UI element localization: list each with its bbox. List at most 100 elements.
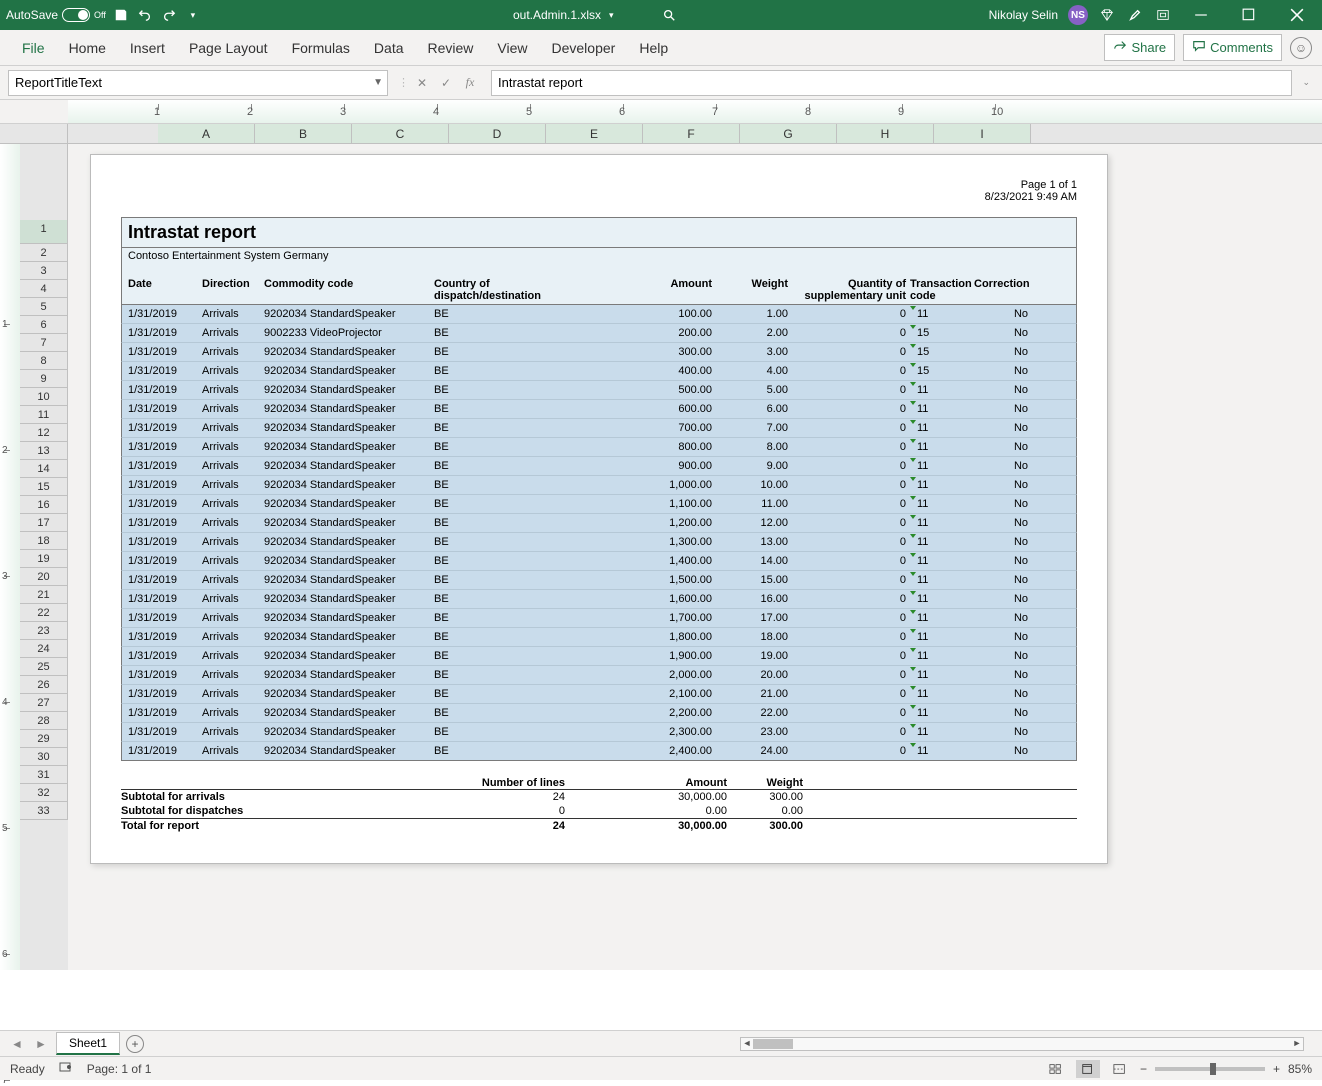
view-normal-icon[interactable] — [1044, 1060, 1068, 1078]
comments-button[interactable]: Comments — [1183, 34, 1282, 61]
row-header[interactable]: 9 — [20, 370, 68, 388]
save-icon[interactable] — [112, 6, 130, 24]
table-row[interactable]: 1/31/2019Arrivals9202034 StandardSpeaker… — [121, 609, 1077, 628]
tab-help[interactable]: Help — [627, 30, 680, 66]
row-header[interactable]: 3 — [20, 262, 68, 280]
formula-expand-icon[interactable]: ⌄ — [1298, 77, 1314, 88]
table-row[interactable]: 1/31/2019Arrivals9202034 StandardSpeaker… — [121, 514, 1077, 533]
table-row[interactable]: 1/31/2019Arrivals9202034 StandardSpeaker… — [121, 476, 1077, 495]
title-dropdown-icon[interactable]: ▾ — [609, 10, 614, 21]
row-header[interactable]: 27 — [20, 694, 68, 712]
tab-file[interactable]: File — [10, 30, 57, 66]
zoom-out-button[interactable]: − — [1140, 1062, 1147, 1076]
tab-home[interactable]: Home — [57, 30, 118, 66]
table-row[interactable]: 1/31/2019Arrivals9202034 StandardSpeaker… — [121, 438, 1077, 457]
row-header[interactable]: 13 — [20, 442, 68, 460]
table-row[interactable]: 1/31/2019Arrivals9202034 StandardSpeaker… — [121, 457, 1077, 476]
row-header[interactable]: 17 — [20, 514, 68, 532]
scroll-right-icon[interactable]: ► — [1291, 1038, 1303, 1050]
view-page-break-icon[interactable] — [1108, 1060, 1132, 1078]
view-page-layout-icon[interactable] — [1076, 1060, 1100, 1078]
column-header[interactable]: A — [158, 124, 255, 143]
horizontal-scrollbar[interactable]: ◄ ► — [740, 1037, 1304, 1051]
formula-input[interactable]: Intrastat report — [491, 70, 1292, 96]
row-header[interactable]: 25 — [20, 658, 68, 676]
row-header[interactable]: 11 — [20, 406, 68, 424]
fx-icon[interactable]: fx — [459, 72, 481, 94]
row-header[interactable]: 30 — [20, 748, 68, 766]
tab-insert[interactable]: Insert — [118, 30, 177, 66]
scroll-thumb[interactable] — [753, 1039, 793, 1049]
tab-page-layout[interactable]: Page Layout — [177, 30, 280, 66]
scroll-left-icon[interactable]: ◄ — [741, 1038, 753, 1050]
row-header[interactable]: 22 — [20, 604, 68, 622]
feedback-smiley-icon[interactable]: ☺ — [1290, 37, 1312, 59]
table-row[interactable]: 1/31/2019Arrivals9202034 StandardSpeaker… — [121, 533, 1077, 552]
row-header[interactable]: 2 — [20, 244, 68, 262]
tab-review[interactable]: Review — [416, 30, 486, 66]
column-header[interactable]: B — [255, 124, 352, 143]
table-row[interactable]: 1/31/2019Arrivals9202034 StandardSpeaker… — [121, 571, 1077, 590]
table-row[interactable]: 1/31/2019Arrivals9202034 StandardSpeaker… — [121, 495, 1077, 514]
table-row[interactable]: 1/31/2019Arrivals9202034 StandardSpeaker… — [121, 343, 1077, 362]
table-row[interactable]: 1/31/2019Arrivals9202034 StandardSpeaker… — [121, 742, 1077, 761]
tab-developer[interactable]: Developer — [540, 30, 628, 66]
table-row[interactable]: 1/31/2019Arrivals9202034 StandardSpeaker… — [121, 666, 1077, 685]
row-header[interactable]: 4 — [20, 280, 68, 298]
accept-formula-icon[interactable]: ✓ — [435, 72, 457, 94]
row-header[interactable]: 15 — [20, 478, 68, 496]
maximize-button[interactable] — [1230, 0, 1268, 30]
user-avatar[interactable]: NS — [1068, 5, 1088, 25]
next-sheet-icon[interactable]: ► — [32, 1037, 50, 1051]
add-sheet-button[interactable]: + — [126, 1035, 144, 1053]
diamond-icon[interactable] — [1098, 6, 1116, 24]
close-button[interactable] — [1278, 0, 1316, 30]
column-header[interactable]: D — [449, 124, 546, 143]
row-header[interactable]: 7 — [20, 334, 68, 352]
table-row[interactable]: 1/31/2019Arrivals9202034 StandardSpeaker… — [121, 704, 1077, 723]
table-row[interactable]: 1/31/2019Arrivals9202034 StandardSpeaker… — [121, 723, 1077, 742]
row-header[interactable]: 32 — [20, 784, 68, 802]
table-row[interactable]: 1/31/2019Arrivals9202034 StandardSpeaker… — [121, 590, 1077, 609]
tab-view[interactable]: View — [485, 30, 539, 66]
share-button[interactable]: Share — [1104, 34, 1175, 61]
row-header[interactable]: 8 — [20, 352, 68, 370]
table-row[interactable]: 1/31/2019Arrivals9202034 StandardSpeaker… — [121, 552, 1077, 571]
row-header[interactable]: 23 — [20, 622, 68, 640]
undo-icon[interactable] — [136, 6, 154, 24]
row-header[interactable]: 5 — [20, 298, 68, 316]
row-header[interactable]: 16 — [20, 496, 68, 514]
cancel-formula-icon[interactable]: ✕ — [411, 72, 433, 94]
tab-formulas[interactable]: Formulas — [280, 30, 362, 66]
row-header[interactable]: 19 — [20, 550, 68, 568]
table-row[interactable]: 1/31/2019Arrivals9002233 VideoProjectorB… — [121, 324, 1077, 343]
select-all-corner[interactable] — [0, 124, 68, 143]
table-row[interactable]: 1/31/2019Arrivals9202034 StandardSpeaker… — [121, 362, 1077, 381]
row-header[interactable]: 24 — [20, 640, 68, 658]
table-row[interactable]: 1/31/2019Arrivals9202034 StandardSpeaker… — [121, 628, 1077, 647]
column-header[interactable]: E — [546, 124, 643, 143]
zoom-in-button[interactable]: + — [1273, 1062, 1280, 1076]
name-box[interactable]: ReportTitleText ▼ — [8, 70, 388, 96]
table-row[interactable]: 1/31/2019Arrivals9202034 StandardSpeaker… — [121, 419, 1077, 438]
column-header[interactable]: I — [934, 124, 1031, 143]
row-header[interactable]: 20 — [20, 568, 68, 586]
row-header[interactable]: 12 — [20, 424, 68, 442]
row-header[interactable]: 1 — [20, 220, 68, 244]
macro-record-icon[interactable] — [59, 1060, 73, 1077]
table-row[interactable]: 1/31/2019Arrivals9202034 StandardSpeaker… — [121, 400, 1077, 419]
report-subtitle[interactable]: Contoso Entertainment System Germany — [121, 248, 1077, 264]
autosave-toggle[interactable]: AutoSave Off — [6, 8, 106, 22]
qat-dropdown-icon[interactable]: ▾ — [184, 6, 202, 24]
column-header[interactable]: F — [643, 124, 740, 143]
row-header[interactable]: 29 — [20, 730, 68, 748]
search-icon[interactable] — [660, 6, 678, 24]
row-header[interactable]: 14 — [20, 460, 68, 478]
column-header[interactable]: H — [837, 124, 934, 143]
row-header[interactable]: 21 — [20, 586, 68, 604]
column-header[interactable]: C — [352, 124, 449, 143]
table-row[interactable]: 1/31/2019Arrivals9202034 StandardSpeaker… — [121, 381, 1077, 400]
prev-sheet-icon[interactable]: ◄ — [8, 1037, 26, 1051]
row-header[interactable]: 33 — [20, 802, 68, 820]
report-title-cell[interactable]: Intrastat report — [121, 217, 1077, 248]
